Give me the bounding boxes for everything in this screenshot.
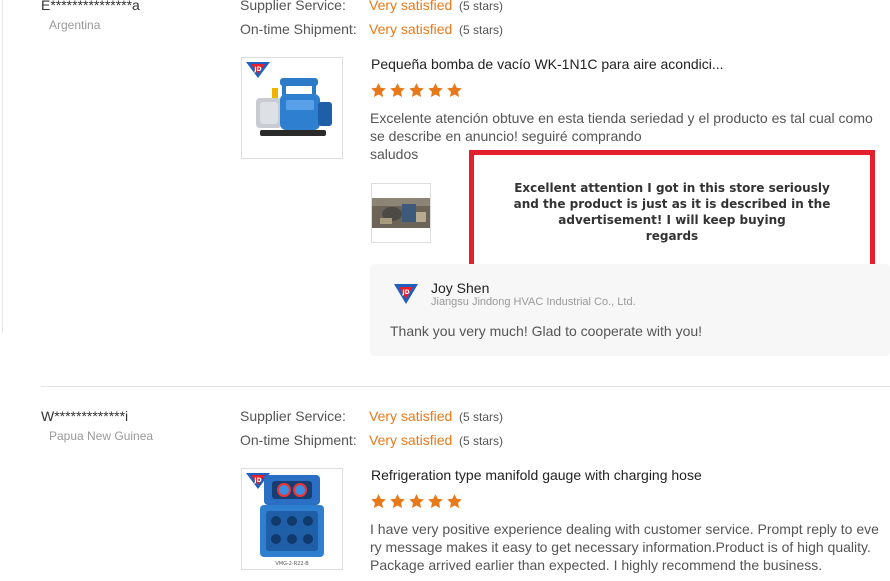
svg-text:JD: JD xyxy=(253,477,261,484)
svg-text:JD: JD xyxy=(401,289,409,296)
supplier-service-stars: (5 stars) xyxy=(459,410,504,424)
review-text-line: I have very positive experience dealing … xyxy=(370,521,879,537)
product-title-link[interactable]: Pequeña bomba de vacío WK-1N1C para aire… xyxy=(371,56,751,72)
shipment-label: On-time Shipment: xyxy=(240,21,357,37)
review-text-line: Package arrived earlier than expected. I… xyxy=(370,557,823,573)
translation-line: advertisement! I will keep buying xyxy=(558,213,786,227)
review-text-line: Excelente atención obtuve en esta tienda… xyxy=(370,110,873,126)
review-photo-thumbnail[interactable] xyxy=(371,183,431,243)
shipment-label: On-time Shipment: xyxy=(240,432,357,448)
product-thumbnail[interactable]: JD xyxy=(241,57,343,159)
product-thumbnail[interactable]: JD VMG-2-R22-B xyxy=(241,468,343,570)
supplier-service-value: Very satisfied xyxy=(369,0,453,13)
star-icon xyxy=(428,494,443,508)
shipment-stars: (5 stars) xyxy=(459,434,504,448)
supplier-reply-box: JD Joy Shen Jiangsu Jindong HVAC Industr… xyxy=(370,264,890,356)
translation-overlay-box: Excellent attention I got in this store … xyxy=(469,150,875,272)
star-icon xyxy=(390,494,405,508)
star-icon xyxy=(409,494,424,508)
svg-text:JD: JD xyxy=(253,66,261,73)
supplier-service-label: Supplier Service: xyxy=(240,408,346,424)
review-text-line: ry message makes it easy to get necessar… xyxy=(370,539,871,555)
star-icon xyxy=(390,83,405,97)
reviewer-country: Papua New Guinea xyxy=(49,429,154,443)
supplier-service-label: Supplier Service: xyxy=(240,0,346,13)
supplier-service-stars: (5 stars) xyxy=(459,0,504,13)
vacuum-pump-image: JD xyxy=(246,62,332,136)
reply-author-name: Joy Shen xyxy=(431,280,490,296)
supplier-logo-icon: JD xyxy=(394,284,418,304)
translation-line: Excellent attention I got in this store … xyxy=(514,181,830,195)
review-rating-stars xyxy=(370,493,463,510)
star-icon xyxy=(409,83,424,97)
star-icon xyxy=(447,494,462,508)
manifold-gauge-image: JD VMG-2-R22-B xyxy=(246,473,324,567)
reply-message: Thank you very much! Glad to cooperate w… xyxy=(390,323,703,339)
reviewer-name: E***************a xyxy=(41,0,140,13)
translation-line: and the product is just as it is describ… xyxy=(513,197,831,211)
shipment-value: Very satisfied xyxy=(369,21,453,37)
reviewer-name: W*************i xyxy=(41,408,129,424)
star-icon xyxy=(371,494,386,508)
reviewer-country: Argentina xyxy=(49,18,101,32)
reply-company-name: Jiangsu Jindong HVAC Industrial Co., Ltd… xyxy=(431,296,636,308)
left-divider-line xyxy=(2,0,3,333)
review-divider xyxy=(41,386,890,387)
review-text-line: se describe en anuncio! seguiré comprand… xyxy=(370,128,642,144)
review-text-line: saludos xyxy=(370,146,419,162)
supplier-service-value: Very satisfied xyxy=(369,408,453,424)
review-rating-stars xyxy=(370,82,463,99)
translation-line: regards xyxy=(645,229,699,243)
star-icon xyxy=(371,83,386,97)
star-icon xyxy=(447,83,462,97)
star-icon xyxy=(428,83,443,97)
shipment-value: Very satisfied xyxy=(369,432,453,448)
product-model-label: VMG-2-R22-B xyxy=(275,561,309,567)
product-title-link[interactable]: Refrigeration type manifold gauge with c… xyxy=(371,467,851,483)
review-photo-image xyxy=(372,184,430,242)
shipment-stars: (5 stars) xyxy=(459,23,504,37)
